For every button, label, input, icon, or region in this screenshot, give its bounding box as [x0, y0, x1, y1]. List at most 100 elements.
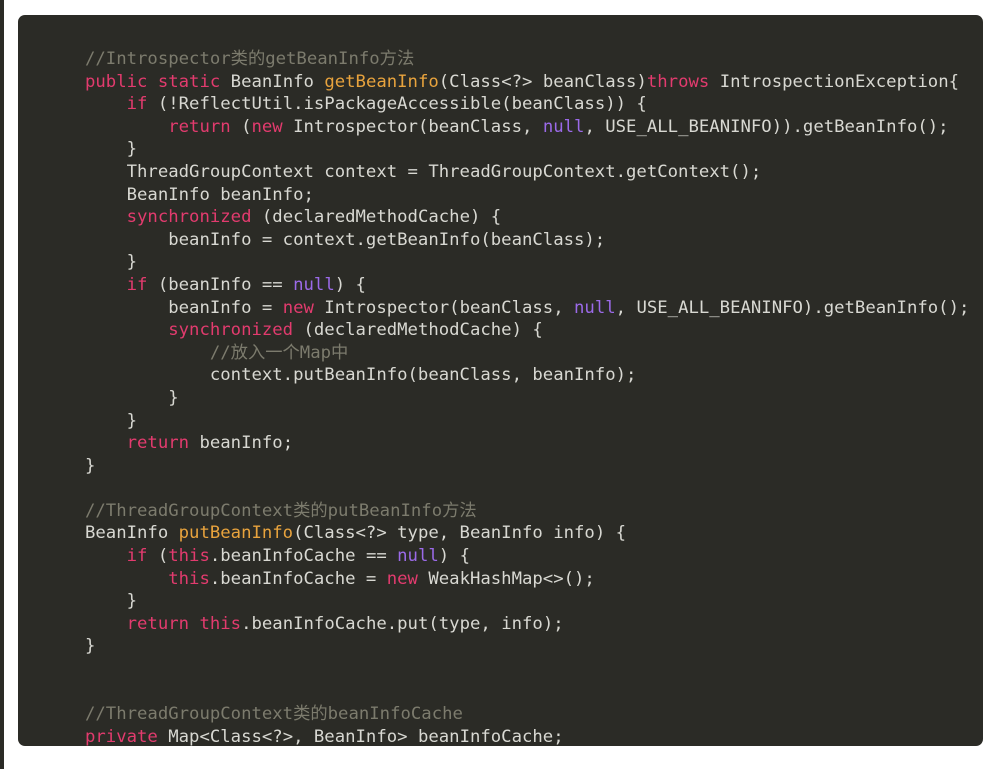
code-token: , USE_ALL_BEANINFO)).getBeanInfo();	[584, 116, 949, 137]
code-line: ​	[85, 477, 983, 500]
code-token: }	[85, 636, 96, 657]
code-token: static	[157, 71, 221, 92]
code-token: ) {	[334, 274, 366, 295]
code-block-container: //Introspector类的getBeanInfo方法 public stat…	[18, 15, 983, 746]
code-line: ​	[85, 681, 983, 704]
code-token: this	[168, 568, 210, 589]
code-line: }	[85, 635, 983, 658]
code-token: null	[542, 116, 585, 137]
code-line: this.beanInfoCache = new WeakHashMap<>()…	[85, 568, 983, 591]
code-token: }	[85, 591, 138, 612]
code-token: (Class<?> type, BeanInfo info) {	[293, 523, 627, 544]
code-token: return	[168, 116, 231, 137]
code-line: BeanInfo putBeanInfo(Class<?> type, Bean…	[85, 522, 983, 545]
code-token: .beanInfoCache =	[209, 568, 387, 589]
code-token: beanInfo = context.getBeanInfo(beanClass…	[85, 229, 606, 250]
code-token: public	[85, 71, 148, 92]
code-line: }	[85, 410, 983, 433]
code-line: }	[85, 387, 983, 410]
code-token: beanInfo =	[85, 297, 283, 318]
code-line: return this.beanInfoCache.put(type, info…	[85, 613, 983, 636]
code-token: }	[85, 387, 179, 408]
code-line: if (!ReflectUtil.isPackageAccessible(bea…	[85, 93, 983, 116]
code-token: (declaredMethodCache) {	[251, 207, 502, 228]
code-token: new	[282, 297, 314, 318]
code-token: (declaredMethodCache) {	[293, 320, 543, 341]
code-line: public static BeanInfo getBeanInfo(Class…	[85, 71, 983, 94]
code-line: return (new Introspector(beanClass, null…	[85, 116, 983, 139]
code-token: if	[126, 546, 148, 567]
code-token: synchronized	[168, 320, 294, 341]
code-line: if (this.beanInfoCache == null) {	[85, 545, 983, 568]
code-token: putBeanInfo	[178, 523, 294, 544]
left-edge-rule	[0, 0, 4, 769]
code-token: synchronized	[126, 207, 252, 228]
code-token: (Class<?> beanClass)	[438, 71, 647, 92]
code-line: }	[85, 251, 983, 274]
code-line: ThreadGroupContext context = ThreadGroup…	[85, 161, 983, 184]
code-token: throws	[646, 71, 710, 92]
code-token: null	[293, 274, 335, 295]
code-line: //放入一个Map中	[85, 342, 983, 365]
code-token: }	[85, 455, 96, 476]
code-token: //Introspector类的getBeanInfo方法	[85, 49, 415, 69]
code-token: //放入一个Map中	[209, 342, 349, 363]
code-token: }	[85, 410, 138, 431]
code-token: new	[251, 116, 283, 137]
code-token: Introspector(beanClass,	[282, 116, 543, 137]
code-token: BeanInfo	[220, 71, 325, 92]
code-token: ) {	[438, 546, 470, 567]
code-token: WeakHashMap<>();	[417, 568, 595, 589]
code-line: private Map<Class<?>, BeanInfo> beanInfo…	[85, 726, 983, 746]
code-token: }	[85, 252, 138, 273]
code-line: beanInfo = context.getBeanInfo(beanClass…	[85, 229, 983, 252]
code-token: , USE_ALL_BEANINFO).getBeanInfo();	[615, 297, 970, 318]
code-token: null	[397, 546, 439, 567]
code-token: Introspector(beanClass,	[313, 297, 575, 318]
code-scroll-area[interactable]: //Introspector类的getBeanInfo方法 public stat…	[18, 15, 983, 746]
code-text[interactable]: //Introspector类的getBeanInfo方法 public stat…	[85, 48, 983, 746]
code-token: new	[386, 568, 418, 589]
code-token: }	[85, 139, 138, 160]
code-token: this	[199, 613, 242, 634]
code-line: }	[85, 455, 983, 478]
code-token: null	[574, 297, 616, 318]
code-token: (	[230, 116, 252, 137]
code-token: private	[85, 726, 158, 746]
code-token: beanInfo;	[189, 433, 294, 454]
code-line: BeanInfo beanInfo;	[85, 184, 983, 207]
code-token: this	[168, 546, 210, 567]
code-token: context.putBeanInfo(beanClass, beanInfo)…	[85, 365, 637, 386]
code-token: BeanInfo	[85, 523, 179, 544]
code-line: //Introspector类的getBeanInfo方法	[85, 48, 983, 71]
code-line: synchronized (declaredMethodCache) {	[85, 206, 983, 229]
code-line: context.putBeanInfo(beanClass, beanInfo)…	[85, 364, 983, 387]
code-token: (	[147, 546, 169, 567]
code-token: if	[126, 94, 148, 115]
code-token: ThreadGroupContext context = ThreadGroup…	[85, 161, 762, 182]
code-token: .beanInfoCache.put(type, info);	[241, 613, 564, 634]
code-token: if	[126, 274, 148, 295]
code-token: return	[126, 433, 190, 454]
code-line: //ThreadGroupContext类的putBeanInfo方法	[85, 500, 983, 523]
code-line: }	[85, 138, 983, 161]
code-token: //ThreadGroupContext类的putBeanInfo方法	[85, 500, 477, 521]
code-line: return beanInfo;	[85, 432, 983, 455]
code-line: }	[85, 590, 983, 613]
code-token: (!ReflectUtil.isPackageAccessible(beanCl…	[147, 94, 647, 115]
code-line: beanInfo = new Introspector(beanClass, n…	[85, 297, 983, 320]
code-token: getBeanInfo	[324, 71, 439, 92]
code-line: if (beanInfo == null) {	[85, 274, 983, 297]
